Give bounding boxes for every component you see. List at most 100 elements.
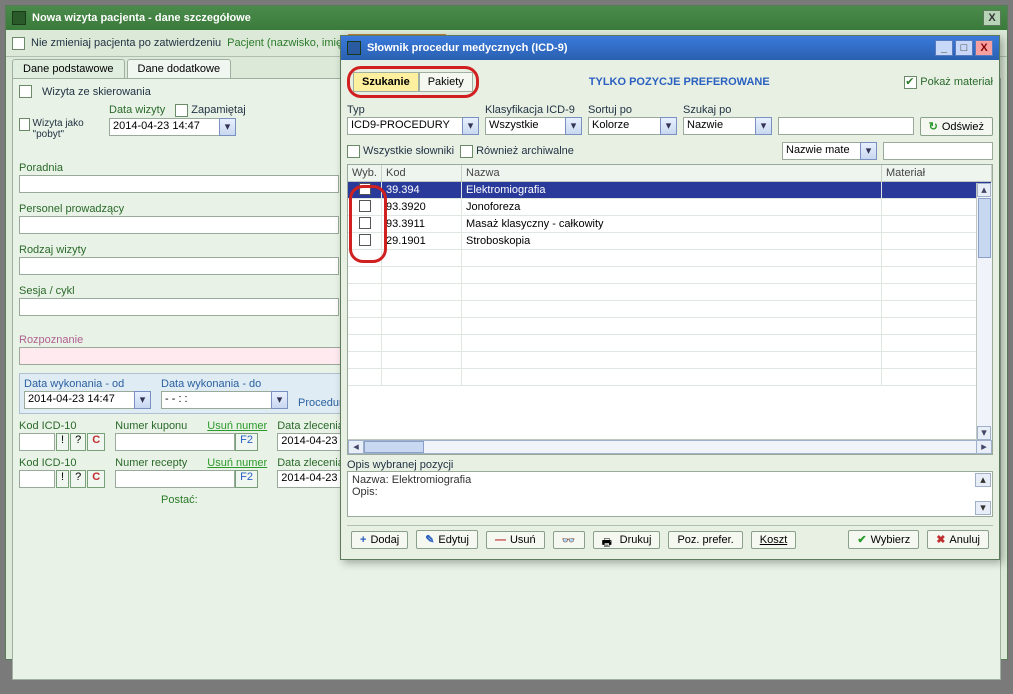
- chevron-down-icon[interactable]: ▾: [755, 117, 772, 135]
- sesja-input[interactable]: [19, 298, 339, 316]
- row-nazwa: Jonoforeza: [462, 199, 882, 215]
- pokaz-material-checkbox[interactable]: [904, 76, 917, 89]
- chevron-down-icon[interactable]: ▾: [860, 142, 877, 160]
- table-row[interactable]: 39.394Elektromiografia: [348, 182, 992, 199]
- sortuj-label: Sortuj po: [588, 104, 677, 116]
- numer-kuponu-input[interactable]: [115, 433, 235, 451]
- poradnia-input[interactable]: [19, 175, 339, 193]
- table-row-empty: [348, 301, 992, 318]
- wszystkie-slowniki-checkbox[interactable]: [347, 145, 360, 158]
- row-select-checkbox[interactable]: [359, 217, 371, 229]
- usun-button[interactable]: —Usuń: [486, 531, 545, 549]
- szukaj-po-select[interactable]: Nazwie: [683, 117, 755, 135]
- tab-szukanie[interactable]: Szukanie: [353, 72, 419, 92]
- opis-textarea[interactable]: Nazwa: Elektromiografia Opis: ▴ ▾: [347, 471, 993, 517]
- anuluj-button[interactable]: ✖Anuluj: [927, 530, 989, 549]
- klasyfikacja-label: Klasyfikacja ICD-9: [485, 104, 582, 116]
- chevron-down-icon[interactable]: ▾: [271, 391, 288, 409]
- horizontal-scrollbar[interactable]: ◂ ▸: [348, 439, 992, 454]
- c-button-1[interactable]: C: [87, 433, 105, 451]
- minimize-icon[interactable]: _: [935, 40, 953, 56]
- chevron-down-icon[interactable]: ▾: [134, 391, 151, 409]
- chevron-down-icon[interactable]: ▾: [565, 117, 582, 135]
- table-row-empty: [348, 369, 992, 386]
- table-row[interactable]: 93.3911Masaż klasyczny - całkowity: [348, 216, 992, 233]
- chevron-down-icon[interactable]: ▾: [462, 117, 479, 135]
- scroll-left-icon[interactable]: ◂: [348, 440, 364, 454]
- procedures-grid: Wyb. Kod Nazwa Materiał 39.394Elektromio…: [347, 164, 993, 455]
- wybierz-button[interactable]: ✔Wybierz: [848, 530, 919, 549]
- icd10-input-2[interactable]: [19, 470, 55, 488]
- modal-app-icon: [347, 41, 361, 55]
- glasses-icon-button[interactable]: 👓: [553, 531, 585, 549]
- visit-date-input[interactable]: 2014-04-23 14:47: [109, 118, 219, 136]
- bang-button-2[interactable]: !: [56, 470, 69, 488]
- col-nazwa[interactable]: Nazwa: [462, 165, 882, 181]
- koszt-button[interactable]: Koszt: [751, 531, 797, 549]
- main-titlebar: Nowa wizyta pacjenta - dane szczegółowe …: [6, 6, 1007, 30]
- usun-numer-link-1[interactable]: Usuń numer: [207, 420, 267, 432]
- grid-body: 39.394Elektromiografia93.3920Jonoforeza9…: [348, 182, 992, 439]
- usun-numer-link-2[interactable]: Usuń numer: [207, 457, 267, 469]
- poz-prefer-button[interactable]: Poz. prefer.: [668, 531, 742, 549]
- personel-input[interactable]: [19, 216, 339, 234]
- row-select-checkbox[interactable]: [359, 200, 371, 212]
- scroll-thumb-v[interactable]: [978, 198, 991, 258]
- scroll-right-icon[interactable]: ▸: [976, 440, 992, 454]
- visit-as-stay-checkbox[interactable]: [19, 118, 30, 131]
- scroll-down-icon[interactable]: ▾: [977, 426, 991, 440]
- maximize-icon[interactable]: □: [955, 40, 973, 56]
- col-wyb[interactable]: Wyb.: [348, 165, 382, 181]
- scroll-up-icon[interactable]: ▴: [977, 183, 991, 197]
- rowniez-arch-checkbox[interactable]: [460, 145, 473, 158]
- table-row[interactable]: 93.3920Jonoforeza: [348, 199, 992, 216]
- row-select-checkbox[interactable]: [359, 183, 371, 195]
- app-icon: [12, 11, 26, 25]
- row-kod: 93.3911: [382, 216, 462, 232]
- search-input[interactable]: [778, 117, 914, 135]
- sortuj-select[interactable]: Kolorze: [588, 117, 660, 135]
- c-button-2[interactable]: C: [87, 470, 105, 488]
- typ-select[interactable]: ICD9-PROCEDURY: [347, 117, 462, 135]
- vertical-scrollbar[interactable]: ▴ ▾: [976, 183, 992, 440]
- close-icon[interactable]: X: [975, 40, 993, 56]
- data-wyk-do-label: Data wykonania - do: [161, 378, 288, 390]
- material-search-input[interactable]: [883, 142, 993, 160]
- icd10-input-1[interactable]: [19, 433, 55, 451]
- remember-checkbox[interactable]: [175, 104, 188, 117]
- close-icon[interactable]: X: [983, 10, 1001, 26]
- f2-button-1[interactable]: F2: [235, 433, 258, 451]
- tab-additional-data[interactable]: Dane dodatkowe: [127, 59, 232, 78]
- scroll-down-icon[interactable]: ▾: [975, 501, 991, 515]
- tabs-highlight-oval: Szukanie Pakiety: [347, 66, 479, 98]
- chevron-down-icon[interactable]: ▾: [219, 118, 236, 136]
- bang-button-1[interactable]: !: [56, 433, 69, 451]
- numer-recepty-input[interactable]: [115, 470, 235, 488]
- col-kod[interactable]: Kod: [382, 165, 462, 181]
- data-wyk-od-input[interactable]: 2014-04-23 14:47: [24, 391, 134, 409]
- dodaj-button[interactable]: +Dodaj: [351, 531, 408, 549]
- tab-basic-data[interactable]: Dane podstawowe: [12, 59, 125, 78]
- row-select-checkbox[interactable]: [359, 234, 371, 246]
- edytuj-button[interactable]: ✎Edytuj: [416, 530, 478, 549]
- data-wyk-do-input[interactable]: - - : :: [161, 391, 271, 409]
- klasyfikacja-select[interactable]: Wszystkie: [485, 117, 565, 135]
- visit-referral-checkbox[interactable]: [19, 85, 32, 98]
- row-kod: 39.394: [382, 182, 462, 198]
- scroll-up-icon[interactable]: ▴: [975, 473, 991, 487]
- nazwie-mate-select[interactable]: Nazwie mate: [782, 142, 860, 160]
- rodzaj-input[interactable]: [19, 257, 339, 275]
- f2-button-2[interactable]: F2: [235, 470, 258, 488]
- scroll-thumb-h[interactable]: [364, 441, 424, 453]
- q-button-2[interactable]: ?: [70, 470, 86, 488]
- dont-change-patient-checkbox[interactable]: [12, 37, 25, 50]
- q-button-1[interactable]: ?: [70, 433, 86, 451]
- col-material[interactable]: Materiał: [882, 165, 992, 181]
- refresh-button[interactable]: ↻Odśwież: [920, 117, 993, 136]
- drukuj-button[interactable]: 🖶Drukuj: [593, 531, 661, 549]
- chevron-down-icon[interactable]: ▾: [660, 117, 677, 135]
- tab-pakiety[interactable]: Pakiety: [419, 72, 473, 92]
- rowniez-arch-label: Również archiwalne: [476, 145, 574, 157]
- data-wyk-od-label: Data wykonania - od: [24, 378, 151, 390]
- table-row[interactable]: 29.1901Stroboskopia: [348, 233, 992, 250]
